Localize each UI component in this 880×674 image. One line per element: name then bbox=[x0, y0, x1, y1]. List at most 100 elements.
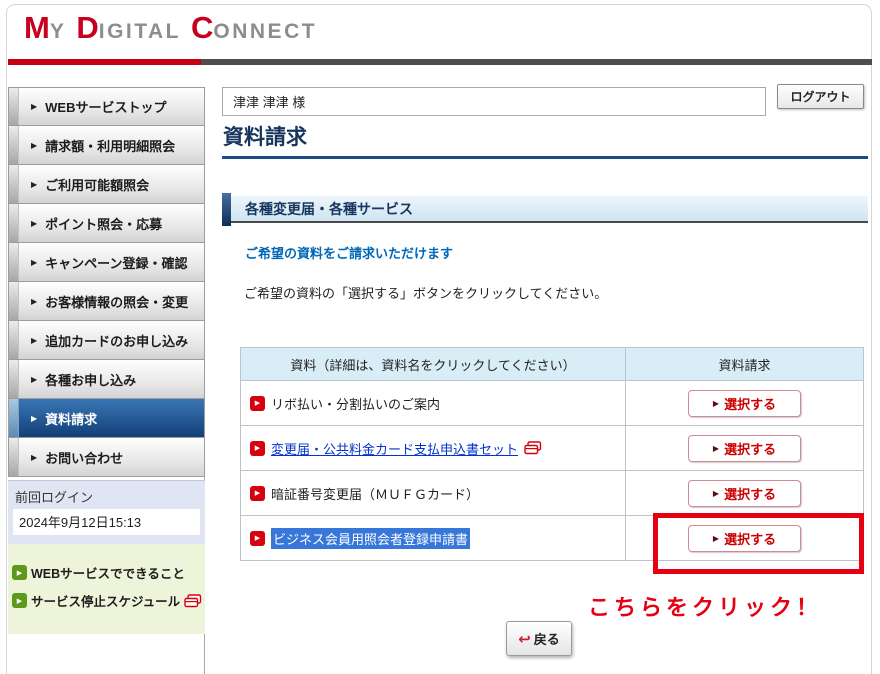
header-divider-accent bbox=[8, 59, 201, 65]
sidebar-item-label: WEBサービストップ bbox=[45, 97, 166, 116]
sidebar-item-customer-info[interactable]: ▶ お客様情報の照会・変更 bbox=[8, 282, 205, 321]
sidebar-item-label: キャンペーン登録・確認 bbox=[45, 253, 187, 272]
document-name: リボ払い・分割払いのご案内 bbox=[271, 394, 440, 413]
select-button-label: 選択する bbox=[724, 439, 776, 458]
request-cell: ▶ 選択する bbox=[626, 381, 864, 426]
triangle-icon: ▶ bbox=[31, 102, 37, 111]
triangle-icon: ▶ bbox=[713, 399, 719, 408]
triangle-icon: ▶ bbox=[31, 453, 37, 462]
table-row: ▶ 変更届・公共料金カード支払申込書セット ▶ 選択する bbox=[241, 426, 864, 471]
page: MY DIGITAL CONNECT ▶ WEBサービストップ ▶ 請求額・利用明細… bbox=[0, 0, 880, 674]
sidebar-item-web-service-top[interactable]: ▶ WEBサービストップ bbox=[8, 87, 205, 126]
back-button[interactable]: ↩ 戻る bbox=[506, 621, 572, 656]
card-icon bbox=[184, 594, 202, 608]
sidebar-item-label: ご利用可能額照会 bbox=[45, 175, 149, 194]
column-header-request: 資料請求 bbox=[626, 348, 864, 381]
back-arrow-icon: ↩ bbox=[518, 630, 531, 648]
request-cell: ▶ 選択する bbox=[626, 426, 864, 471]
triangle-icon: ▶ bbox=[31, 180, 37, 189]
logo-lead-letter: D bbox=[76, 13, 98, 43]
request-cell: ▶ 選択する bbox=[626, 471, 864, 516]
lead-text: ご希望の資料をご請求いただけます bbox=[245, 243, 453, 262]
last-login-label: 前回ログイン bbox=[15, 487, 200, 506]
info-link-service-stop-schedule[interactable]: ▶ サービス停止スケジュール bbox=[12, 591, 201, 610]
document-cell: ▶ 変更届・公共料金カード支払申込書セット bbox=[241, 426, 626, 471]
card-icon bbox=[524, 441, 542, 455]
logo-rest-letters: ONNECT bbox=[213, 20, 317, 44]
title-rule bbox=[222, 156, 868, 159]
table-header-row: 資料（詳細は、資料名をクリックしてください） 資料請求 bbox=[241, 348, 864, 381]
select-button[interactable]: ▶ 選択する bbox=[688, 525, 801, 552]
select-button-label: 選択する bbox=[724, 394, 776, 413]
sidebar-item-available-credit[interactable]: ▶ ご利用可能額照会 bbox=[8, 165, 205, 204]
section-accent-bar bbox=[222, 193, 231, 226]
table-row: ▶ 暗証番号変更届（ＭＵＦＧカード） ▶ 選択する bbox=[241, 471, 864, 516]
sidebar-item-label: ポイント照会・応募 bbox=[45, 214, 162, 233]
sidebar-item-applications[interactable]: ▶ 各種お申し込み bbox=[8, 360, 205, 399]
document-name-selected: ビジネス会員用照会者登録申請書 bbox=[271, 528, 470, 549]
document-link[interactable]: 変更届・公共料金カード支払申込書セット bbox=[271, 439, 518, 458]
triangle-icon: ▶ bbox=[713, 444, 719, 453]
sidebar-item-label: 資料請求 bbox=[45, 409, 97, 428]
logo-rest-letters: IGITAL bbox=[99, 20, 181, 44]
logout-button[interactable]: ログアウト bbox=[777, 84, 864, 109]
last-login-value: 2024年9月12日15:13 bbox=[13, 509, 200, 535]
sidebar-item-points[interactable]: ▶ ポイント照会・応募 bbox=[8, 204, 205, 243]
logo-lead-letter: C bbox=[191, 13, 213, 43]
play-icon: ▶ bbox=[250, 486, 265, 501]
sidebar-item-contact[interactable]: ▶ お問い合わせ bbox=[8, 438, 205, 477]
triangle-icon: ▶ bbox=[31, 375, 37, 384]
table-row: ▶ ビジネス会員用照会者登録申請書 ▶ 選択する bbox=[241, 516, 864, 561]
select-button[interactable]: ▶ 選択する bbox=[688, 390, 801, 417]
brand-logo: MY DIGITAL CONNECT bbox=[24, 13, 317, 44]
select-button-label: 選択する bbox=[724, 529, 776, 548]
sidebar-item-billing-details[interactable]: ▶ 請求額・利用明細照会 bbox=[8, 126, 205, 165]
select-button[interactable]: ▶ 選択する bbox=[688, 435, 801, 462]
play-icon: ▶ bbox=[12, 593, 27, 608]
triangle-icon: ▶ bbox=[713, 534, 719, 543]
sidebar-item-label: 請求額・利用明細照会 bbox=[45, 136, 175, 155]
back-button-label: 戻る bbox=[534, 629, 560, 648]
select-button-label: 選択する bbox=[724, 484, 776, 503]
sidebar-item-label: 各種お申し込み bbox=[45, 370, 136, 389]
triangle-icon: ▶ bbox=[31, 141, 37, 150]
select-button[interactable]: ▶ 選択する bbox=[688, 480, 801, 507]
document-name: 暗証番号変更届（ＭＵＦＧカード） bbox=[271, 484, 479, 503]
play-icon: ▶ bbox=[250, 441, 265, 456]
triangle-icon: ▶ bbox=[31, 219, 37, 228]
section-header: 各種変更届・各種サービス bbox=[222, 196, 868, 223]
play-icon: ▶ bbox=[250, 396, 265, 411]
triangle-icon: ▶ bbox=[31, 258, 37, 267]
document-cell: ▶ ビジネス会員用照会者登録申請書 bbox=[241, 516, 626, 561]
sidebar-item-additional-card[interactable]: ▶ 追加カードのお申し込み bbox=[8, 321, 205, 360]
documents-table: 資料（詳細は、資料名をクリックしてください） 資料請求 ▶ リボ払い・分割払いのご… bbox=[240, 347, 864, 561]
last-login-panel: 前回ログイン 2024年9月12日15:13 bbox=[8, 480, 205, 544]
table-row: ▶ リボ払い・分割払いのご案内 ▶ 選択する bbox=[241, 381, 864, 426]
sidebar: ▶ WEBサービストップ ▶ 請求額・利用明細照会 ▶ ご利用可能額照会 ▶ ポイント照… bbox=[8, 87, 205, 634]
page-title: 資料請求 bbox=[223, 121, 307, 151]
logo-rest-letters: Y bbox=[50, 20, 67, 44]
triangle-icon: ▶ bbox=[713, 489, 719, 498]
play-icon: ▶ bbox=[12, 565, 27, 580]
triangle-icon: ▶ bbox=[31, 414, 37, 423]
info-links-panel: ▶ WEBサービスでできること ▶ サービス停止スケジュール bbox=[8, 544, 205, 634]
sidebar-item-campaign[interactable]: ▶ キャンペーン登録・確認 bbox=[8, 243, 205, 282]
column-header-document: 資料（詳細は、資料名をクリックしてください） bbox=[241, 348, 626, 381]
user-name-box: 津津 津津 様 bbox=[222, 87, 766, 116]
info-link-label: サービス停止スケジュール bbox=[31, 591, 180, 610]
sidebar-item-label: お問い合わせ bbox=[45, 448, 123, 467]
user-name: 津津 津津 様 bbox=[233, 92, 305, 111]
play-icon: ▶ bbox=[250, 531, 265, 546]
sidebar-item-label: お客様情報の照会・変更 bbox=[45, 292, 188, 311]
triangle-icon: ▶ bbox=[31, 297, 37, 306]
section-title: 各種変更届・各種サービス bbox=[245, 199, 413, 219]
logo-lead-letter: M bbox=[24, 13, 50, 43]
triangle-icon: ▶ bbox=[31, 336, 37, 345]
sidebar-item-label: 追加カードのお申し込み bbox=[45, 331, 188, 350]
instruction-text: ご希望の資料の「選択する」ボタンをクリックしてください。 bbox=[244, 283, 607, 302]
sidebar-item-document-request[interactable]: ▶ 資料請求 bbox=[8, 399, 205, 438]
click-here-annotation: こちらをクリック！ bbox=[588, 590, 822, 622]
document-cell: ▶ リボ払い・分割払いのご案内 bbox=[241, 381, 626, 426]
document-cell: ▶ 暗証番号変更届（ＭＵＦＧカード） bbox=[241, 471, 626, 516]
info-link-web-service-guide[interactable]: ▶ WEBサービスでできること bbox=[12, 563, 201, 582]
